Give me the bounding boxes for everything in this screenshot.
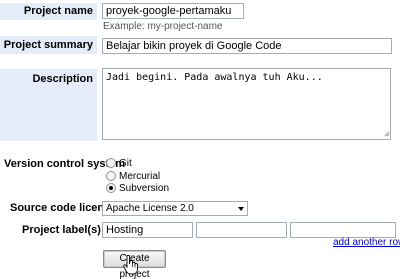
radio-mercurial-label: Mercurial: [119, 171, 161, 182]
project-summary-input[interactable]: Belajar bikin proyek di Google Code: [102, 38, 392, 54]
add-another-row-link[interactable]: add another row: [333, 237, 400, 248]
radio-mercurial[interactable]: [106, 171, 116, 181]
license-select[interactable]: Apache License 2.0: [102, 201, 248, 216]
project-name-input[interactable]: proyek-google-pertamaku: [102, 3, 244, 19]
hand-cursor-icon: [123, 255, 138, 275]
label-input-3[interactable]: [290, 222, 396, 238]
description-textarea[interactable]: [102, 68, 391, 140]
radio-git[interactable]: [106, 158, 116, 168]
label-input-2[interactable]: [196, 222, 287, 238]
project-summary-label: Project summary: [3, 39, 93, 51]
license-label: Source code license: [10, 202, 117, 214]
labels-label: Project label(s): [22, 224, 101, 236]
chevron-down-icon: [238, 207, 244, 211]
radio-subversion[interactable]: [106, 183, 116, 193]
label-input-1[interactable]: Hosting: [102, 222, 193, 238]
radio-git-label: Git: [119, 158, 132, 169]
radio-subversion-label: Subversion: [119, 183, 170, 194]
description-label: Description: [32, 73, 93, 85]
resize-grip-icon[interactable]: [384, 131, 390, 137]
license-select-value: Apache License 2.0: [106, 203, 194, 214]
project-name-label: Project name: [23, 5, 93, 17]
project-name-hint: Example: my-project-name: [103, 21, 223, 32]
